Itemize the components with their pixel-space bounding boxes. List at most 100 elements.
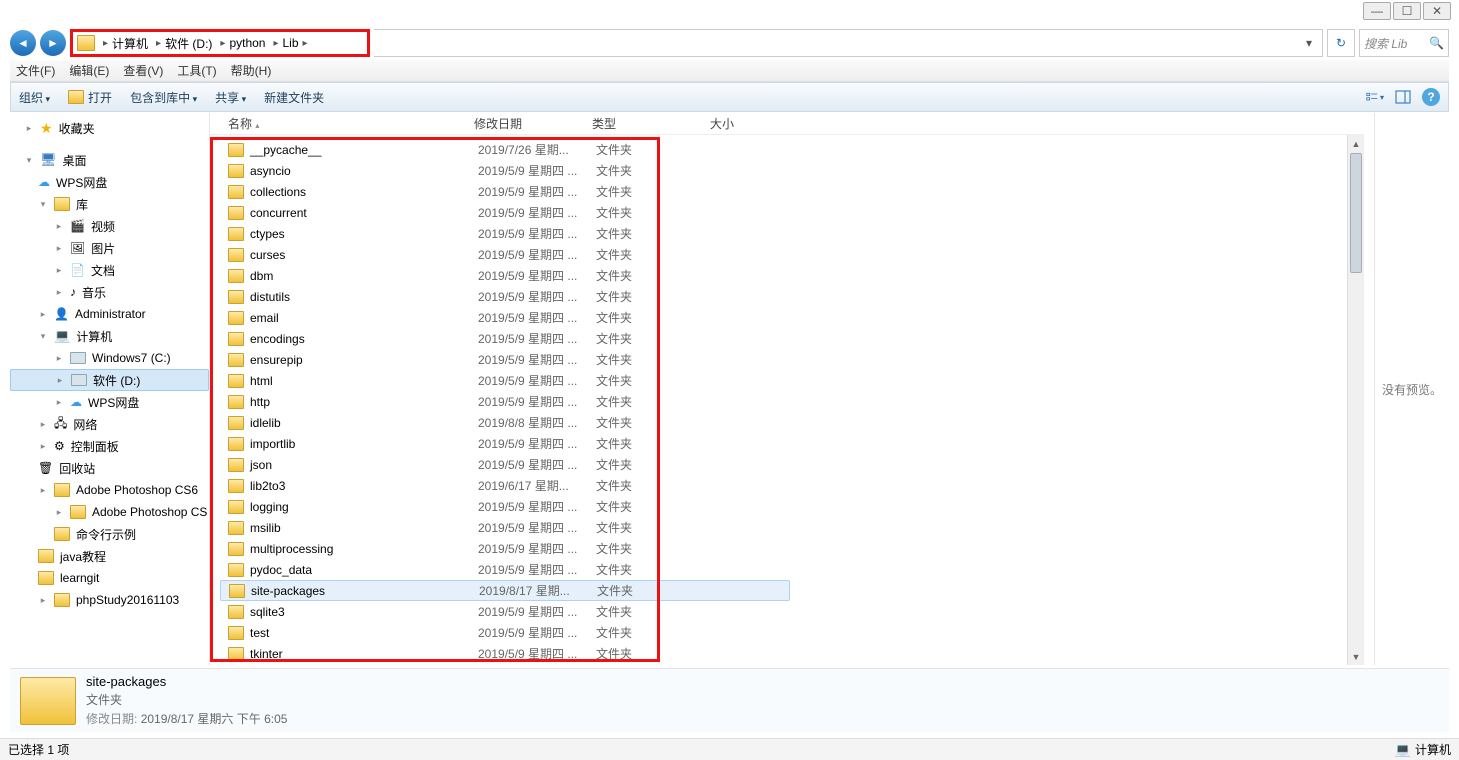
file-row[interactable]: pydoc_data2019/5/9 星期四 ...文件夹 xyxy=(220,559,1364,580)
menu-file[interactable]: 文件(F) xyxy=(16,62,55,79)
col-name[interactable]: 名称 ▴ xyxy=(228,115,474,132)
close-button[interactable]: ✕ xyxy=(1423,2,1451,20)
folder-icon xyxy=(228,500,244,514)
new-folder-button[interactable]: 新建文件夹 xyxy=(264,89,324,106)
file-date: 2019/5/9 星期四 ... xyxy=(478,645,596,662)
crumb-python[interactable]: python xyxy=(229,36,265,50)
menu-view[interactable]: 查看(V) xyxy=(123,62,163,79)
col-type[interactable]: 类型 xyxy=(592,115,710,132)
scrollbar[interactable]: ▲ ▼ xyxy=(1347,135,1364,665)
nav-favorites[interactable]: ▸★收藏夹 xyxy=(10,117,209,139)
address-dropdown[interactable]: ▾ xyxy=(374,29,1323,57)
search-input[interactable]: 搜索 Lib 🔍 xyxy=(1359,29,1449,57)
nav-wps2[interactable]: ▸☁WPS网盘 xyxy=(10,391,209,413)
folder-icon xyxy=(228,206,244,220)
crumb-drive[interactable]: 软件 (D:) xyxy=(165,35,212,52)
organize-button[interactable]: 组织 xyxy=(19,89,50,106)
nav-desktop[interactable]: ▾🖥桌面 xyxy=(10,149,209,171)
include-button[interactable]: 包含到库中 xyxy=(130,89,197,106)
file-row[interactable]: test2019/5/9 星期四 ...文件夹 xyxy=(220,622,1364,643)
menu-edit[interactable]: 编辑(E) xyxy=(69,62,109,79)
col-size[interactable]: 大小 xyxy=(710,115,790,132)
file-name: msilib xyxy=(250,521,478,535)
file-row[interactable]: ctypes2019/5/9 星期四 ...文件夹 xyxy=(220,223,1364,244)
file-type: 文件夹 xyxy=(596,624,714,641)
file-row[interactable]: email2019/5/9 星期四 ...文件夹 xyxy=(220,307,1364,328)
nav-videos[interactable]: ▸🎬视频 xyxy=(10,215,209,237)
folder-icon xyxy=(228,647,244,661)
navigation-pane: ▸★收藏夹 ▾🖥桌面 ☁WPS网盘 ▾库 ▸🎬视频 ▸🖼图片 ▸📄文档 ▸♪音乐… xyxy=(10,113,210,665)
nav-soft-d[interactable]: ▸软件 (D:) xyxy=(10,369,209,391)
nav-ps1[interactable]: ▸Adobe Photoshop CS6 xyxy=(10,479,209,501)
address-bar[interactable]: ▸计算机 ▸软件 (D:) ▸python ▸Lib▸ xyxy=(70,29,370,57)
file-row[interactable]: distutils2019/5/9 星期四 ...文件夹 xyxy=(220,286,1364,307)
nav-network[interactable]: ▸🖧网络 xyxy=(10,413,209,435)
file-row[interactable]: idlelib2019/8/8 星期四 ...文件夹 xyxy=(220,412,1364,433)
nav-computer[interactable]: ▾💻计算机 xyxy=(10,325,209,347)
file-row[interactable]: concurrent2019/5/9 星期四 ...文件夹 xyxy=(220,202,1364,223)
nav-documents[interactable]: ▸📄文档 xyxy=(10,259,209,281)
file-name: __pycache__ xyxy=(250,143,478,157)
file-name: concurrent xyxy=(250,206,478,220)
nav-ps2[interactable]: ▸Adobe Photoshop CS xyxy=(10,501,209,523)
file-row[interactable]: html2019/5/9 星期四 ...文件夹 xyxy=(220,370,1364,391)
help-icon[interactable]: ? xyxy=(1422,88,1440,106)
file-row[interactable]: encodings2019/5/9 星期四 ...文件夹 xyxy=(220,328,1364,349)
nav-admin[interactable]: ▸👤Administrator xyxy=(10,303,209,325)
file-row[interactable]: ensurepip2019/5/9 星期四 ...文件夹 xyxy=(220,349,1364,370)
file-row[interactable]: msilib2019/5/9 星期四 ...文件夹 xyxy=(220,517,1364,538)
nav-learngit[interactable]: learngit xyxy=(10,567,209,589)
file-row[interactable]: multiprocessing2019/5/9 星期四 ...文件夹 xyxy=(220,538,1364,559)
file-row[interactable]: asyncio2019/5/9 星期四 ...文件夹 xyxy=(220,160,1364,181)
nav-libraries[interactable]: ▾库 xyxy=(10,193,209,215)
preview-pane-icon[interactable] xyxy=(1394,88,1412,106)
status-right[interactable]: 💻计算机 xyxy=(1395,741,1451,758)
menu-help[interactable]: 帮助(H) xyxy=(231,62,272,79)
file-row[interactable]: dbm2019/5/9 星期四 ...文件夹 xyxy=(220,265,1364,286)
file-row[interactable]: lib2to32019/6/17 星期...文件夹 xyxy=(220,475,1364,496)
share-button[interactable]: 共享 xyxy=(215,89,246,106)
folder-icon xyxy=(20,677,76,725)
file-date: 2019/8/17 星期... xyxy=(479,582,597,599)
col-date[interactable]: 修改日期 xyxy=(474,115,592,132)
maximize-button[interactable]: ☐ xyxy=(1393,2,1421,20)
nav-phpstudy[interactable]: ▸phpStudy20161103 xyxy=(10,589,209,611)
file-name: asyncio xyxy=(250,164,478,178)
scroll-up-icon[interactable]: ▲ xyxy=(1348,135,1364,152)
nav-java[interactable]: java教程 xyxy=(10,545,209,567)
nav-recycle[interactable]: 🗑回收站 xyxy=(10,457,209,479)
refresh-button[interactable]: ↻ xyxy=(1327,29,1355,57)
forward-button[interactable]: ► xyxy=(40,30,66,56)
file-name: multiprocessing xyxy=(250,542,478,556)
nav-win7[interactable]: ▸Windows7 (C:) xyxy=(10,347,209,369)
folder-icon xyxy=(228,395,244,409)
folder-icon xyxy=(228,458,244,472)
nav-cpanel[interactable]: ▸⚙控制面板 xyxy=(10,435,209,457)
nav-wps[interactable]: ☁WPS网盘 xyxy=(10,171,209,193)
minimize-button[interactable]: — xyxy=(1363,2,1391,20)
folder-icon xyxy=(228,311,244,325)
open-button[interactable]: 打开 xyxy=(68,89,112,106)
file-row[interactable]: tkinter2019/5/9 星期四 ...文件夹 xyxy=(220,643,1364,664)
nav-cmd[interactable]: 命令行示例 xyxy=(10,523,209,545)
scroll-thumb[interactable] xyxy=(1350,153,1362,273)
file-row[interactable]: __pycache__2019/7/26 星期...文件夹 xyxy=(220,139,1364,160)
back-button[interactable]: ◄ xyxy=(10,30,36,56)
file-row[interactable]: importlib2019/5/9 星期四 ...文件夹 xyxy=(220,433,1364,454)
cpanel-icon: ⚙ xyxy=(54,439,65,453)
crumb-lib[interactable]: Lib xyxy=(283,36,299,50)
file-row[interactable]: curses2019/5/9 星期四 ...文件夹 xyxy=(220,244,1364,265)
file-row[interactable]: collections2019/5/9 星期四 ...文件夹 xyxy=(220,181,1364,202)
file-row[interactable]: http2019/5/9 星期四 ...文件夹 xyxy=(220,391,1364,412)
file-name: curses xyxy=(250,248,478,262)
file-row[interactable]: sqlite32019/5/9 星期四 ...文件夹 xyxy=(220,601,1364,622)
scroll-down-icon[interactable]: ▼ xyxy=(1348,648,1364,665)
menu-tools[interactable]: 工具(T) xyxy=(177,62,216,79)
nav-music[interactable]: ▸♪音乐 xyxy=(10,281,209,303)
file-row[interactable]: json2019/5/9 星期四 ...文件夹 xyxy=(220,454,1364,475)
file-row[interactable]: site-packages2019/8/17 星期...文件夹 xyxy=(220,580,790,601)
crumb-computer[interactable]: 计算机 xyxy=(112,35,148,52)
nav-pictures[interactable]: ▸🖼图片 xyxy=(10,237,209,259)
view-options-icon[interactable]: ▾ xyxy=(1366,88,1384,106)
file-row[interactable]: logging2019/5/9 星期四 ...文件夹 xyxy=(220,496,1364,517)
